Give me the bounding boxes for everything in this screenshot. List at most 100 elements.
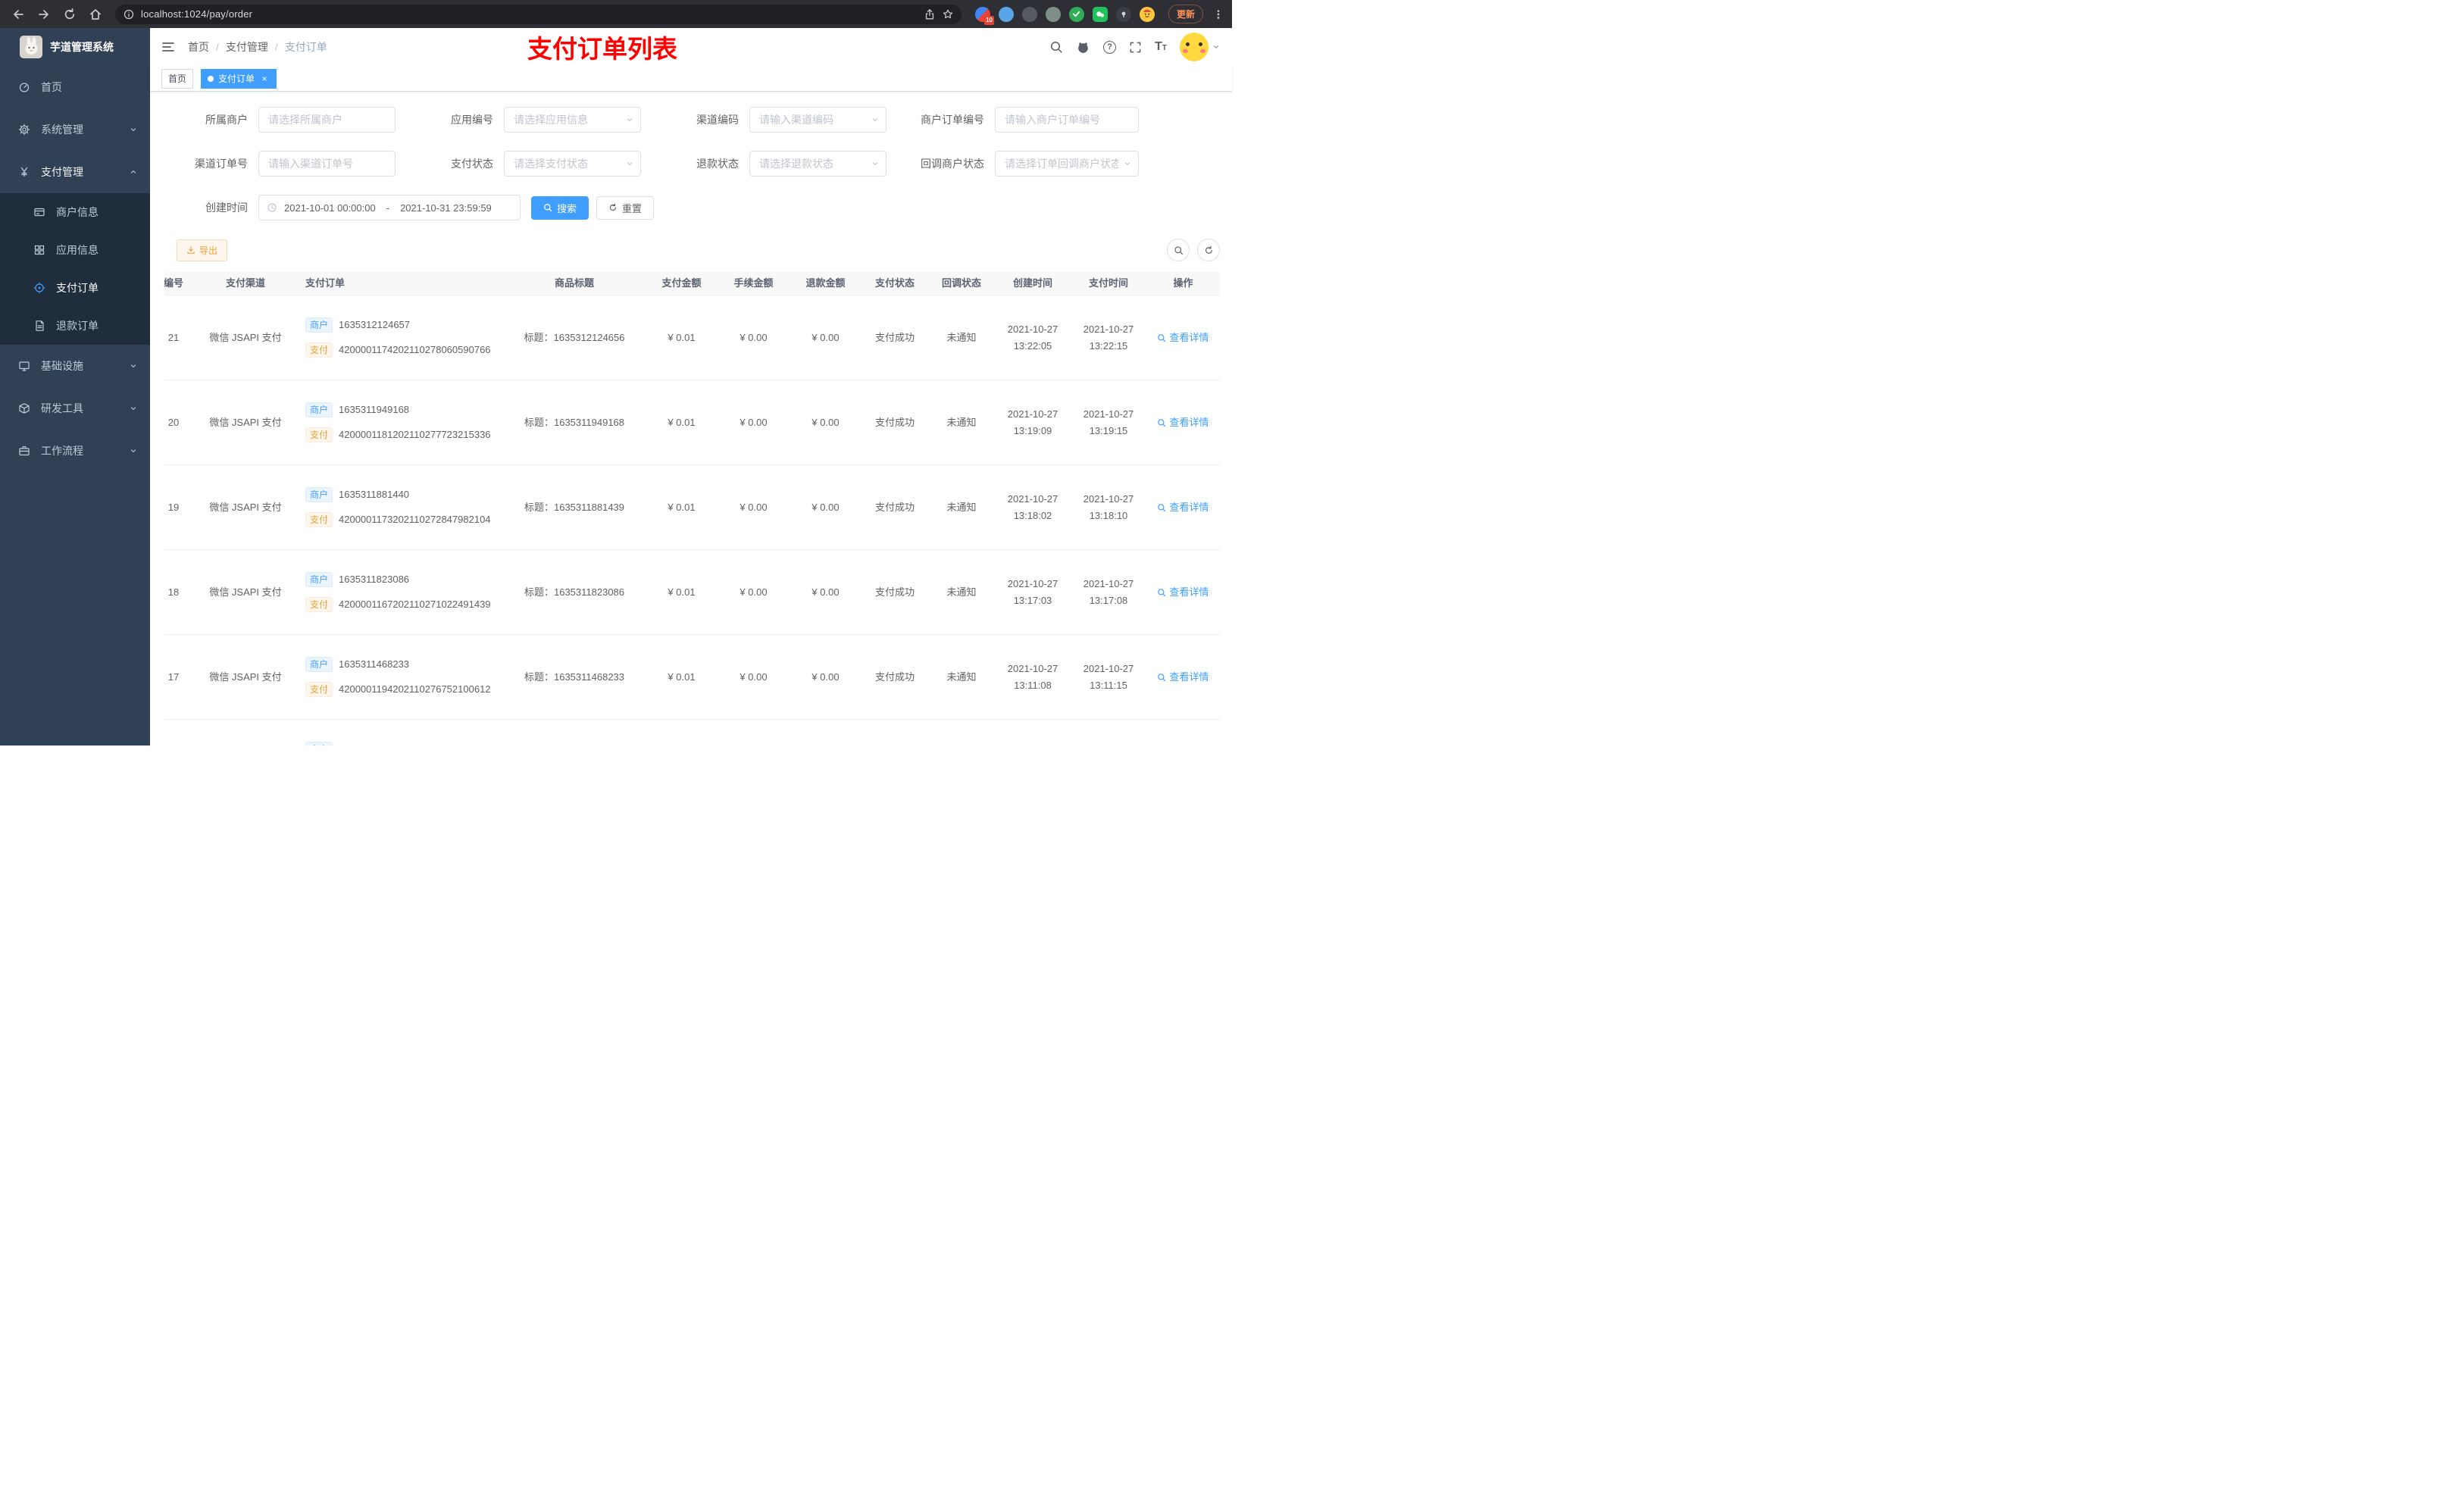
merchant-order-no-input[interactable]	[996, 108, 1138, 132]
github-icon[interactable]	[1076, 40, 1090, 55]
pay-date: 2021-10-27	[1083, 324, 1134, 335]
header-search-icon[interactable]	[1049, 40, 1063, 54]
user-avatar[interactable]	[1180, 33, 1209, 61]
sidebar-item-app-info[interactable]: 应用信息	[0, 231, 150, 269]
gear-icon	[17, 123, 32, 136]
merchant-order-no: 1635312124657	[339, 319, 411, 331]
refund-status-select[interactable]	[750, 152, 886, 176]
sidebar-item-refund-order[interactable]: 退款订单	[0, 307, 150, 345]
sidebar-item-dev-tools[interactable]: 研发工具	[0, 387, 150, 430]
notify-status-select[interactable]	[996, 152, 1138, 176]
tab-label: 支付订单	[218, 73, 255, 84]
extension-icon-5[interactable]	[1068, 6, 1084, 22]
date-range-picker[interactable]: 2021-10-01 00:00:00 - 2021-10-31 23:59:5…	[258, 195, 521, 220]
pay-time: 13:19:15	[1089, 424, 1128, 436]
export-button-label: 导出	[199, 245, 218, 256]
view-detail-label: 查看详情	[1169, 670, 1209, 683]
app-select[interactable]	[505, 108, 640, 132]
filter-label: 支付状态	[451, 158, 493, 170]
filter-label: 回调商户状态	[921, 158, 984, 170]
refresh-table-button[interactable]	[1197, 239, 1220, 261]
payment-submenu: 商户信息 应用信息 支付订单 退款订单	[0, 193, 150, 345]
cell-refund: ¥ 0.00	[811, 586, 840, 598]
merchant-tag: 商户	[305, 402, 333, 417]
extension-icon-4[interactable]	[1045, 6, 1061, 22]
user-menu[interactable]	[1180, 33, 1220, 61]
merchant-select[interactable]	[259, 108, 395, 132]
cell-amount: ¥ 0.01	[668, 331, 696, 343]
address-bar[interactable]: localhost:1024/pay/order	[115, 4, 962, 24]
sidebar-item-home[interactable]: 首页	[0, 66, 150, 108]
extension-icon-1[interactable]: 10	[974, 6, 994, 25]
font-size-icon[interactable]: TT	[1155, 40, 1167, 54]
cell-notify: 未通知	[946, 501, 977, 513]
col-amount: 支付金额	[661, 277, 702, 289]
app-logo-row[interactable]: 芋道管理系统	[0, 28, 150, 66]
cell-create-time: 2021-10-27 13:18:02	[995, 492, 1071, 523]
browser-toolbar: localhost:1024/pay/order 10 更新	[0, 0, 1232, 28]
view-detail-link[interactable]: 查看详情	[1157, 670, 1209, 685]
cell-status: 支付成功	[874, 416, 915, 428]
cell-fee: ¥ 0.00	[740, 331, 768, 343]
pay-tag: 支付	[305, 682, 333, 697]
cell-pay-time: 2021-10-27 13:11:15	[1071, 661, 1146, 692]
channel-code-select[interactable]	[750, 108, 886, 132]
bookmark-star-icon[interactable]	[942, 8, 954, 20]
view-detail-link[interactable]: 查看详情	[1157, 330, 1209, 345]
browser-menu-icon[interactable]	[1212, 8, 1224, 20]
browser-home-button[interactable]	[85, 4, 106, 25]
yen-icon	[17, 166, 32, 178]
breadcrumb-payment[interactable]: 支付管理	[226, 39, 268, 55]
date-end: 2021-10-31 23:59:59	[400, 202, 492, 214]
view-detail-label: 查看详情	[1169, 416, 1209, 428]
sidebar-item-pay-order[interactable]: 支付订单	[0, 269, 150, 307]
close-icon[interactable]: ×	[259, 73, 270, 84]
col-create-time: 创建时间	[1012, 277, 1052, 289]
sidebar-item-merchant-info[interactable]: 商户信息	[0, 193, 150, 231]
extension-icon-6[interactable]	[1092, 6, 1108, 22]
browser-reload-button[interactable]	[59, 4, 80, 25]
extension-icon-7[interactable]	[1115, 6, 1131, 22]
share-icon[interactable]	[924, 8, 936, 20]
sidebar-item-system[interactable]: 系统管理	[0, 108, 150, 151]
view-detail-link[interactable]: 查看详情	[1157, 500, 1209, 515]
merchant-tag: 商户	[305, 487, 333, 502]
browser-forward-button[interactable]	[33, 4, 55, 25]
sidebar-item-infrastructure[interactable]: 基础设施	[0, 345, 150, 387]
refresh-icon	[608, 203, 618, 212]
tab-home[interactable]: 首页	[161, 68, 194, 89]
extension-icon-8[interactable]	[1139, 6, 1155, 22]
breadcrumb-home[interactable]: 首页	[188, 39, 209, 55]
cell-create-time: 2021-10-27 13:17:03	[995, 577, 1071, 608]
browser-update-button[interactable]: 更新	[1168, 5, 1203, 23]
view-detail-link[interactable]: 查看详情	[1157, 415, 1209, 430]
toggle-search-button[interactable]	[1167, 239, 1190, 261]
cell-action: 查看详情	[1146, 670, 1220, 685]
app-title: 芋道管理系统	[50, 41, 114, 53]
tab-pay-order[interactable]: 支付订单 ×	[201, 68, 277, 89]
reset-button[interactable]: 重置	[596, 195, 655, 220]
extension-icon-3[interactable]	[1021, 6, 1037, 22]
pay-status-select[interactable]	[505, 152, 640, 176]
magnifier-icon	[1157, 333, 1166, 342]
sidebar-item-payment[interactable]: 支付管理	[0, 151, 150, 193]
sidebar-item-workflow[interactable]: 工作流程	[0, 430, 150, 472]
view-detail-link[interactable]: 查看详情	[1157, 585, 1209, 600]
browser-back-button[interactable]	[8, 4, 29, 25]
export-button[interactable]: 导出	[177, 239, 228, 261]
extension-icon-2[interactable]	[998, 6, 1014, 22]
filter-notify-status: 回调商户状态	[886, 151, 1139, 177]
sidebar-item-label: 基础设施	[41, 360, 83, 372]
sidebar-item-label: 退款订单	[56, 320, 98, 332]
help-icon[interactable]: ?	[1103, 40, 1117, 54]
cell-fee: ¥ 0.00	[740, 416, 768, 428]
site-info-icon[interactable]	[123, 8, 135, 20]
cell-action: 查看详情	[1146, 585, 1220, 600]
hamburger-icon[interactable]	[161, 39, 176, 55]
channel-order-no-input[interactable]	[259, 152, 395, 176]
search-button[interactable]: 搜索	[531, 195, 589, 220]
fullscreen-icon[interactable]	[1129, 41, 1142, 54]
sidebar-item-label: 商户信息	[56, 206, 98, 218]
tags-view-bar: 首页 支付订单 ×	[150, 66, 1232, 92]
cell-channel: 微信 JSAPI 支付	[209, 670, 282, 683]
